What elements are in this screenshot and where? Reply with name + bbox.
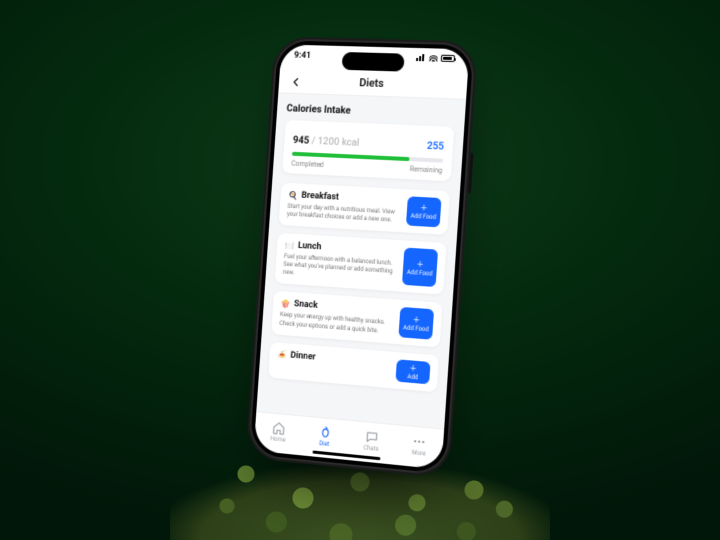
add-food-label: Add bbox=[407, 374, 418, 382]
meal-card-breakfast: 🍳 Breakfast Start your day with a nutrit… bbox=[279, 183, 450, 235]
plus-icon: + bbox=[417, 258, 424, 269]
scroll-area[interactable]: Calories Intake 945 / 1200 kcal 255 Comp… bbox=[256, 93, 466, 428]
meal-card-dinner: 🍝 Dinner + Add bbox=[268, 342, 439, 393]
chats-icon bbox=[365, 429, 380, 444]
wifi-icon bbox=[429, 54, 438, 61]
add-food-button[interactable]: + Add Food bbox=[402, 248, 438, 288]
tab-chats[interactable]: Chats bbox=[363, 429, 380, 453]
phone-frame: 9:41 Diets Calories Intake bbox=[246, 36, 478, 478]
more-icon bbox=[412, 433, 427, 449]
meal-card-snack: 🍿 Snack Keep your energy up with healthy… bbox=[271, 291, 442, 347]
calories-section-title: Calories Intake bbox=[286, 103, 455, 120]
plus-icon: + bbox=[413, 314, 420, 326]
calories-consumed: 945 bbox=[293, 135, 310, 147]
add-food-button[interactable]: + Add Food bbox=[398, 307, 434, 339]
meal-description: Fuel your afternoon with a balanced lunc… bbox=[283, 253, 397, 285]
calories-goal: 1200 kcal bbox=[317, 136, 359, 149]
add-food-label: Add Food bbox=[407, 269, 433, 277]
chevron-left-icon bbox=[290, 76, 302, 88]
calories-card: 945 / 1200 kcal 255 Completed Remaining bbox=[282, 120, 454, 181]
remaining-label: Remaining bbox=[409, 165, 442, 175]
add-food-label: Add Food bbox=[410, 214, 436, 222]
snack-icon: 🍿 bbox=[280, 299, 290, 310]
tab-label: More bbox=[412, 449, 426, 457]
status-time: 9:41 bbox=[294, 51, 312, 61]
phone-screen: 9:41 Diets Calories Intake bbox=[254, 44, 470, 469]
tab-label: Diet bbox=[319, 440, 330, 448]
page-title: Diets bbox=[359, 76, 384, 90]
plus-icon: + bbox=[410, 362, 417, 374]
tab-more[interactable]: More bbox=[411, 433, 426, 457]
meal-name: Dinner bbox=[290, 350, 316, 362]
meal-description: Keep your energy up with healthy snacks.… bbox=[279, 312, 393, 337]
tab-home[interactable]: Home bbox=[270, 420, 287, 443]
tab-diet[interactable]: Diet bbox=[317, 424, 332, 447]
lunch-icon: 🍽️ bbox=[284, 240, 294, 250]
meal-card-lunch: 🍽️ Lunch Fuel your afternoon with a bala… bbox=[275, 233, 447, 295]
signal-icon bbox=[416, 54, 426, 61]
dynamic-island bbox=[342, 52, 405, 72]
completed-label: Completed bbox=[291, 160, 324, 169]
tab-label: Home bbox=[270, 435, 286, 443]
back-button[interactable] bbox=[288, 74, 304, 90]
meal-name: Lunch bbox=[298, 241, 322, 252]
meal-name: Snack bbox=[294, 300, 318, 312]
calories-remaining-value: 255 bbox=[427, 141, 445, 153]
calories-consumed-text: 945 / 1200 kcal bbox=[292, 128, 360, 150]
battery-icon bbox=[441, 55, 455, 62]
dinner-icon: 🍝 bbox=[277, 349, 287, 360]
breakfast-icon: 🍳 bbox=[288, 190, 298, 200]
home-icon bbox=[272, 420, 286, 435]
diet-icon bbox=[318, 424, 332, 439]
tab-bar: Home Diet Chats More bbox=[254, 411, 445, 469]
add-food-button[interactable]: + Add bbox=[395, 359, 430, 385]
meal-description: Start your day with a nutritious meal. V… bbox=[287, 203, 401, 225]
tab-label: Chats bbox=[363, 444, 379, 453]
plus-icon: + bbox=[420, 202, 427, 213]
meal-name: Breakfast bbox=[301, 191, 339, 203]
add-food-button[interactable]: + Add Food bbox=[406, 196, 442, 227]
add-food-label: Add Food bbox=[403, 325, 429, 334]
